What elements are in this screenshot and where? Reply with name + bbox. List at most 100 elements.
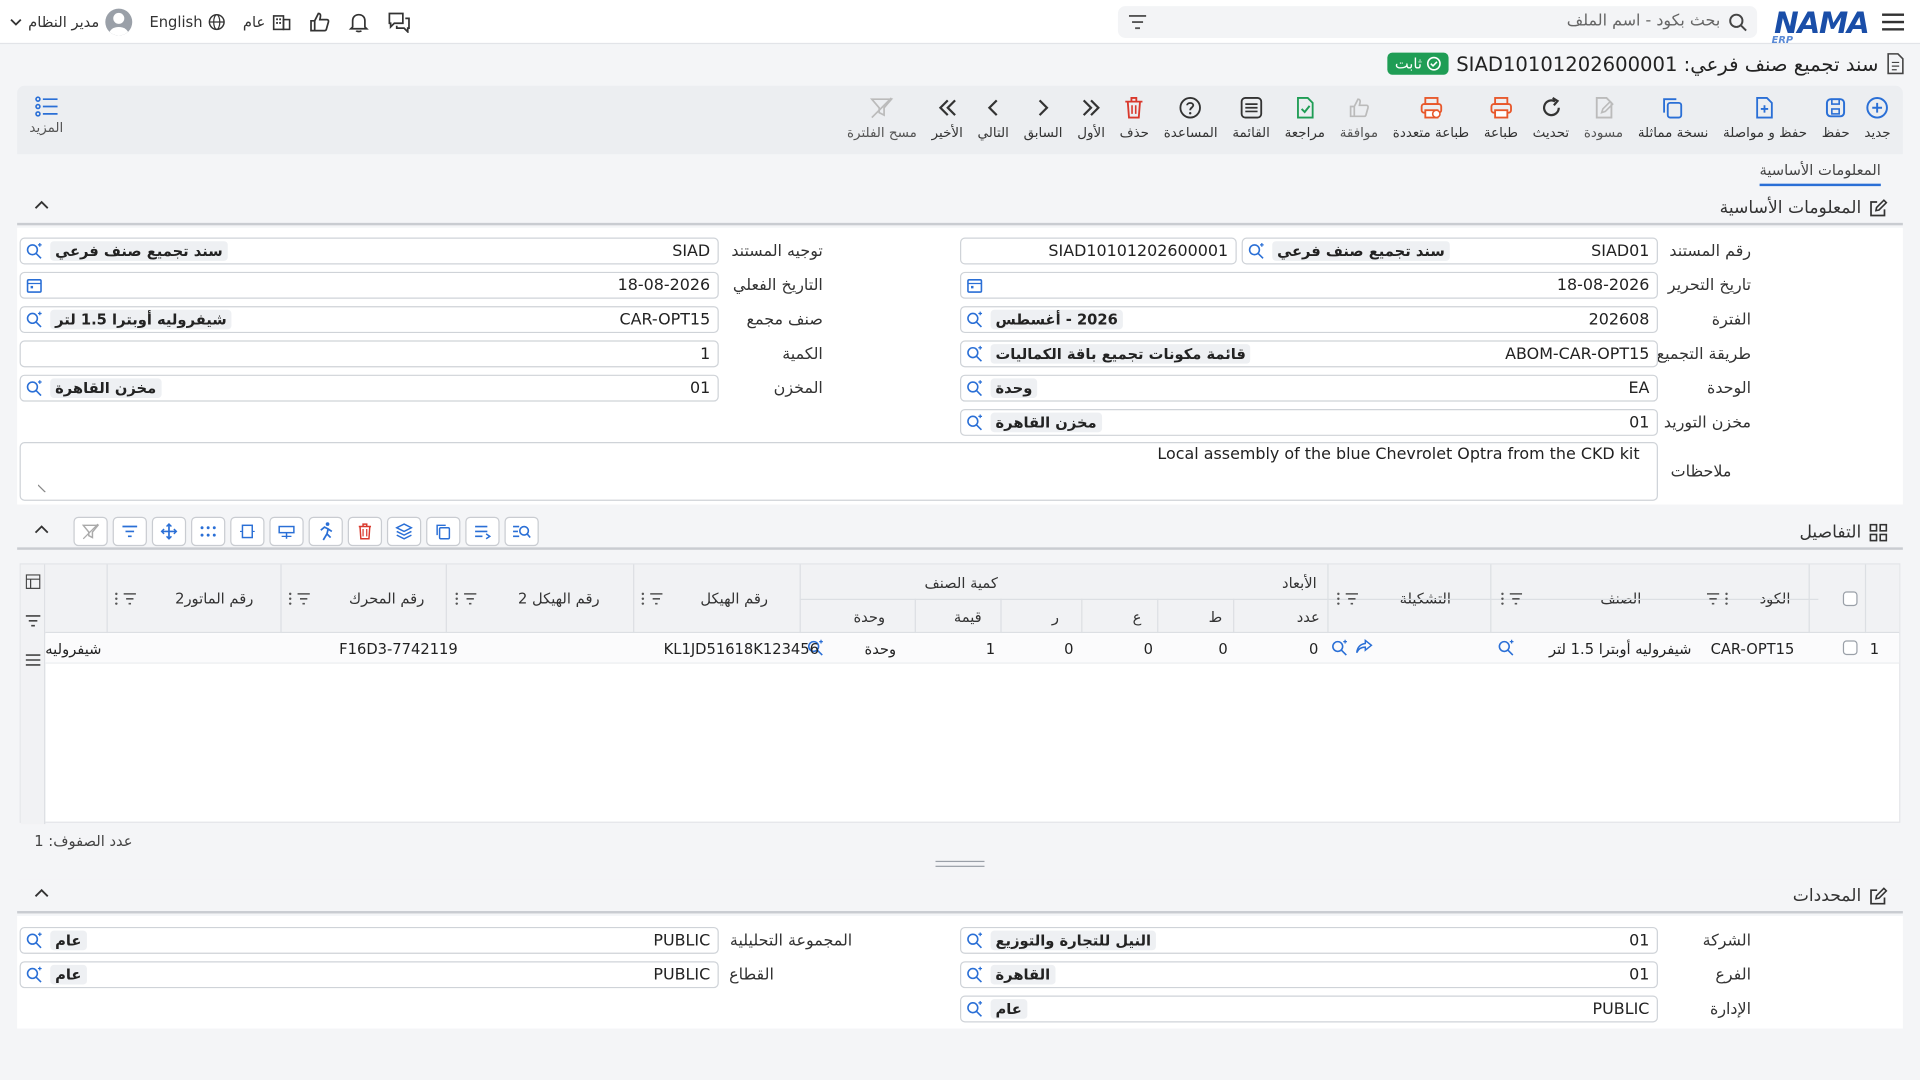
help-button[interactable]: المساعدة [1156,93,1225,141]
doc-number-field[interactable]: SIAD10101202600001 [960,237,1237,265]
layers-button[interactable] [386,516,422,547]
more-button[interactable]: المزيد [29,96,63,136]
resize-handle-icon[interactable] [37,479,48,497]
cell-unit[interactable]: وحدة [864,640,896,657]
column-menu-icon[interactable] [1706,591,1731,611]
cell-engine2[interactable]: شيفروليه [45,640,101,657]
lookup-icon[interactable] [26,932,43,954]
table-insert-button[interactable] [269,516,304,547]
period-field[interactable]: 202608 2026 - أغسطس [960,306,1658,334]
lookup-icon[interactable] [966,380,983,402]
collapse-chevron-icon[interactable] [34,198,49,216]
cell-code[interactable]: CAR-OPT15 [1711,640,1795,657]
search-input[interactable] [1154,12,1721,31]
column-menu-icon[interactable] [640,591,664,611]
trash-button[interactable]: حذف [1112,93,1156,141]
copy-row-button[interactable] [426,516,461,547]
chat-icon[interactable] [386,11,410,34]
fit-columns-button[interactable] [230,516,265,547]
dots-grid-button[interactable] [191,516,226,547]
thumb-up-button[interactable]: موافقة [1332,93,1385,141]
table-row[interactable]: 1 CAR-OPT15 شيفروليه أوبترا 1.5 لتر 0 0 … [45,634,1900,664]
lookup-icon[interactable] [966,311,983,333]
calendar-icon[interactable] [26,277,43,299]
unit-field[interactable]: EA وحدة [960,374,1658,402]
lookup-icon[interactable] [966,966,983,988]
cell-qty[interactable]: 1 [986,640,995,657]
list-button[interactable]: القائمة [1225,93,1277,141]
clear-filter-button[interactable]: مسح الفلترة [840,93,925,141]
supply-store-field[interactable]: 01 مخزن القاهرة [960,408,1658,436]
header-engine[interactable]: رقم المحرك [349,590,424,607]
menu-lines-icon[interactable] [25,653,41,671]
header-engine2[interactable]: رقم الماتور2 [175,590,253,607]
share-icon[interactable] [1356,638,1373,659]
thumb-up-icon[interactable] [308,11,330,33]
lookup-icon[interactable] [1248,242,1265,264]
header-chassis2[interactable]: رقم الهيكل 2 [518,590,600,607]
plus-circle-button[interactable]: جديد [1857,93,1898,141]
delete-row-button[interactable] [347,516,383,547]
column-menu-icon[interactable] [114,591,138,611]
header-width[interactable]: ع [1133,609,1142,626]
analytic-group-field[interactable]: PUBLIC عام [19,926,719,954]
notes-textarea[interactable]: Local assembly of the blue Chevrolet Opt… [19,442,1658,501]
header-qty-unit[interactable]: وحدة [853,609,885,626]
row-checkbox[interactable] [1842,640,1858,656]
actual-date-field[interactable]: 18-08-2026 [19,271,719,299]
cell-length[interactable]: 0 [1218,640,1227,657]
cell-engine[interactable]: F16D3-7742119 [339,640,458,657]
column-menu-icon[interactable] [454,591,478,611]
lookup-icon[interactable] [26,311,43,333]
collapse-chevron-icon[interactable] [34,887,49,905]
previous-button[interactable]: السابق [1016,93,1070,141]
list-add-button[interactable] [465,516,500,547]
lookup-icon[interactable] [1498,639,1515,661]
last-button[interactable]: الأخير [924,93,970,141]
select-all-checkbox[interactable] [1842,591,1858,607]
column-menu-icon[interactable] [1336,591,1360,611]
lookup-icon[interactable] [966,932,983,954]
resize-handle[interactable] [935,860,985,867]
department-field[interactable]: PUBLIC عام [960,995,1658,1023]
cell-width[interactable]: 0 [1144,640,1153,657]
refresh-button[interactable]: تحديث [1525,93,1576,141]
header-count[interactable]: عدد [1297,609,1320,626]
section-header-basic[interactable]: المعلومات الأساسية [17,191,1903,226]
header-r[interactable]: ر [1052,609,1059,626]
lookup-icon[interactable] [966,414,983,436]
scope-switch[interactable]: عام [243,12,291,32]
store-field[interactable]: 01 مخزن القاهرة [19,374,719,402]
branch-field[interactable]: 01 القاهرة [960,961,1658,989]
lookup-icon[interactable] [26,966,43,988]
clear-filter-button[interactable] [73,516,108,547]
assembled-item-field[interactable]: CAR-OPT15 شيفروليه أوبترا 1.5 لتر [19,306,719,334]
header-qty-value[interactable]: قيمة [954,609,982,626]
columns-icon[interactable] [25,574,41,594]
tab-basic-info[interactable]: المعلومات الأساسية [1759,162,1881,187]
move-button[interactable] [151,516,187,547]
filter-icon[interactable] [25,613,41,631]
cell-r[interactable]: 0 [1064,640,1073,657]
doc-direction-field[interactable]: SIAD سند تجميع صنف فرعي [19,237,719,265]
sector-field[interactable]: PUBLIC عام [19,961,719,989]
save-button[interactable]: حفظ [1814,93,1857,141]
user-menu[interactable]: مدير النظام [10,8,133,36]
column-menu-icon[interactable] [288,591,312,611]
lookup-icon[interactable] [966,1000,983,1022]
doc-date-field[interactable]: 18-08-2026 [960,271,1658,299]
column-menu-icon[interactable] [1500,591,1524,611]
header-chassis[interactable]: رقم الهيكل [700,590,768,607]
bell-icon[interactable] [347,11,369,33]
save-continue-button[interactable]: حفظ و مواصلة [1716,93,1815,141]
menu-button[interactable] [1871,0,1915,43]
doc-no-field[interactable]: SIAD01 سند تجميع صنف فرعي [1241,237,1658,265]
copy-button[interactable]: نسخة مماثلة [1630,93,1715,141]
assembly-method-field[interactable]: ABOM-CAR-OPT15 قائمة مكونات تجميع باقة ا… [960,340,1658,368]
draft-button[interactable]: مسودة [1577,93,1631,141]
app-logo[interactable]: NAMA ERP [1772,3,1870,45]
company-field[interactable]: 01 النيل للتجارة والتوزيع [960,926,1658,954]
collapse-chevron-icon[interactable] [34,523,49,541]
header-length[interactable]: ط [1209,609,1223,626]
multi-print-button[interactable]: طباعة متعددة [1385,93,1476,141]
